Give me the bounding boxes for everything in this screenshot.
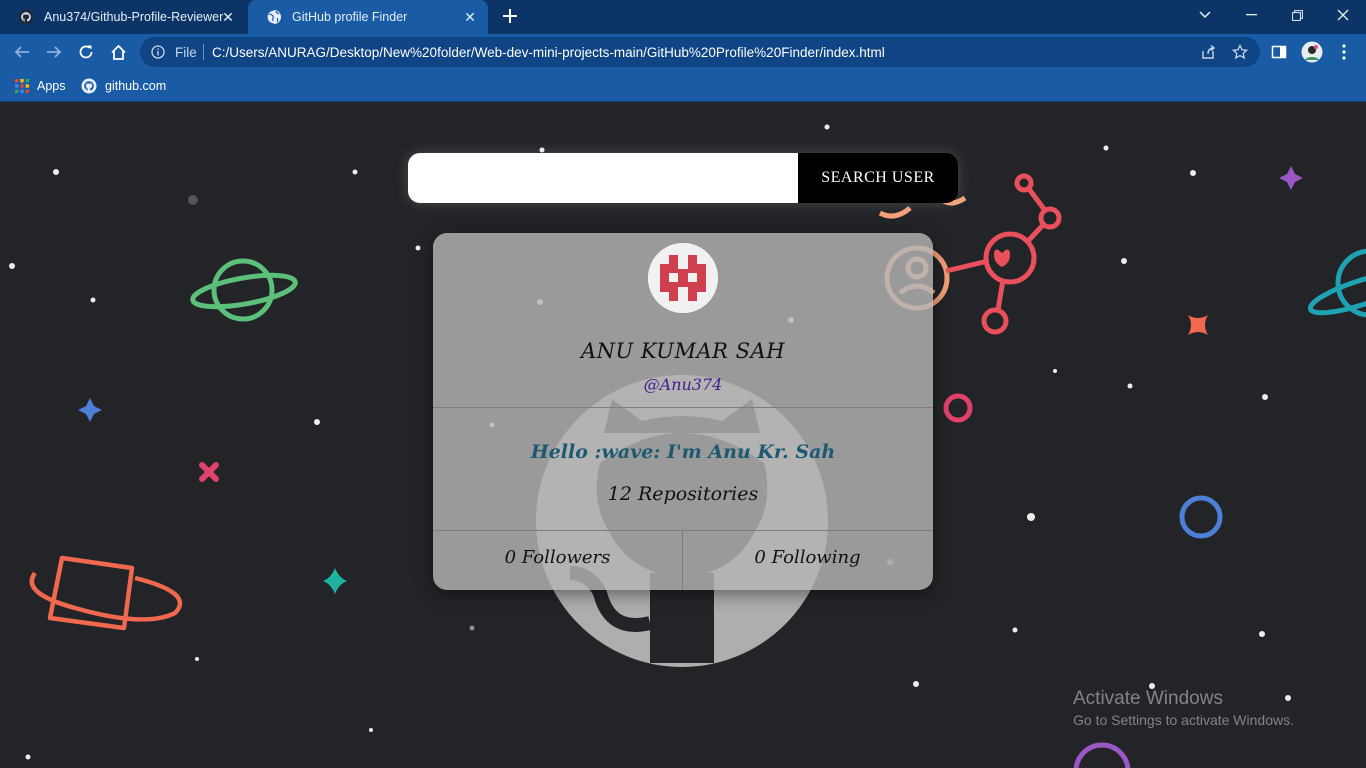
bookmarks-bar: Apps github.com [0,70,1366,102]
star-icon [323,568,347,594]
apps-grid-icon [15,79,29,93]
sparkle-icon [1279,166,1303,190]
profile-avatar-icon[interactable] [1300,40,1324,64]
github-icon [81,78,97,94]
share-icon[interactable] [1200,44,1216,65]
tab-strip: Anu374/Github-Profile-Reviewer ✕ GitHub … [0,0,1366,34]
close-tab-icon[interactable]: ✕ [462,9,478,25]
divider [203,44,204,60]
url-text[interactable]: C:/Users/ANURAG/Desktop/New%20folder/Web… [212,45,885,60]
tab-title: GitHub profile Finder [292,10,408,24]
avatar [648,243,718,313]
profile-username[interactable]: @Anu374 [433,375,933,394]
hat-icon [29,555,183,631]
globe-icon [266,9,282,25]
new-tab-icon[interactable] [499,5,521,27]
profile-card: ANU KUMAR SAH @Anu374 Hello :wave: I'm A… [433,233,933,590]
activate-windows-watermark: Activate Windows Go to Settings to activ… [1073,688,1294,728]
address-bar[interactable]: File C:/Users/ANURAG/Desktop/New%20folde… [140,37,1260,67]
cross-icon [199,462,219,482]
side-panel-icon[interactable] [1267,40,1291,64]
planet-icon [1307,248,1366,318]
close-tab-icon[interactable]: ✕ [220,9,236,25]
profile-name: ANU KUMAR SAH [580,339,786,363]
ring-icon [1073,742,1131,768]
star-icon [1188,315,1208,335]
sparkle-icon [78,398,102,422]
search-input[interactable] [408,153,798,203]
heart-icon [994,249,1010,267]
browser-toolbar: File C:/Users/ANURAG/Desktop/New%20folde… [0,34,1366,70]
bookmark-label: github.com [105,79,167,93]
back-arrow-icon[interactable] [10,40,34,64]
restore-icon[interactable] [1274,0,1320,30]
search-user-button[interactable]: SEARCH USER [798,153,958,203]
bookmark-star-icon[interactable] [1231,43,1249,65]
minimize-icon[interactable] [1228,0,1274,30]
tab-github-profile-reviewer[interactable]: Anu374/Github-Profile-Reviewer ✕ [0,0,246,34]
followers-count: 0 Followers [504,547,611,568]
following-count: 0 Following [754,547,861,568]
planet-icon [190,258,298,322]
bookmark-apps[interactable]: Apps [15,77,66,95]
watermark-title: Activate Windows [1073,688,1223,709]
bookmark-label: Apps [37,79,66,93]
tab-search-chevron-icon[interactable] [1182,0,1228,30]
tab-github-profile-finder[interactable]: GitHub profile Finder ✕ [248,0,488,34]
close-window-icon[interactable] [1320,0,1366,30]
search-bar: SEARCH USER [408,153,958,203]
bookmark-github[interactable]: github.com [81,77,166,95]
ring-icon [1179,495,1223,539]
menu-dots-icon[interactable] [1332,40,1356,64]
home-icon[interactable] [106,40,130,64]
divider [433,530,933,531]
forward-arrow-icon[interactable] [42,40,66,64]
profile-bio: Hello :wave: I'm Anu Kr. Sah [530,441,836,463]
github-icon [18,9,34,25]
info-icon[interactable] [151,45,165,64]
ring-icon [943,393,973,423]
watermark-subtitle: Go to Settings to activate Windows. [1073,712,1294,728]
page-content: SEARCH USER ANU KUMAR SAH @Anu374 Hello … [0,103,1366,768]
scheme-label: File [175,45,197,60]
repositories-count: 12 Repositories [607,483,759,505]
tab-title: Anu374/Github-Profile-Reviewer [44,10,224,24]
reload-icon[interactable] [74,40,98,64]
divider [433,407,933,408]
